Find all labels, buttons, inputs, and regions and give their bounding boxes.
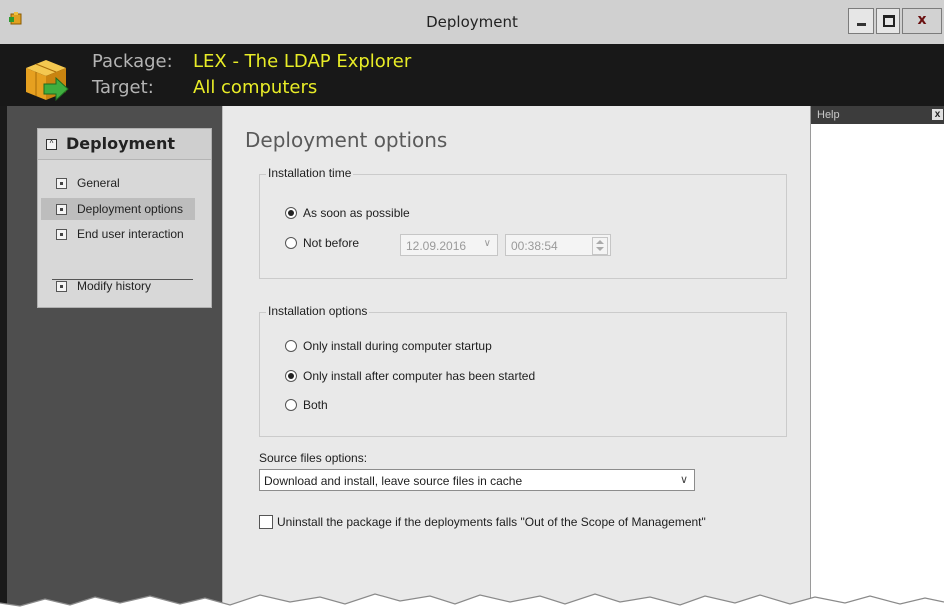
target-value: All computers xyxy=(193,77,318,98)
help-title: Help xyxy=(817,109,840,121)
package-value: LEX - The LDAP Explorer xyxy=(193,51,412,72)
package-label: Package: xyxy=(92,51,173,72)
sidebar: ^ Deployment General Deployment options … xyxy=(7,106,222,612)
uninstall-checkbox-label[interactable]: Uninstall the package if the deployments… xyxy=(277,515,706,529)
date-picker[interactable]: 12.09.2016 ∨ xyxy=(400,234,498,256)
nav-section-header[interactable]: ^ Deployment xyxy=(38,129,211,160)
package-header: Package: LEX - The LDAP Explorer Target:… xyxy=(0,44,944,106)
window-title: Deployment xyxy=(426,13,518,31)
chevron-down-icon[interactable]: ∨ xyxy=(484,238,491,249)
radio-label: Not before xyxy=(303,236,360,250)
sidebar-item-label: General xyxy=(77,176,120,190)
bullet-icon xyxy=(56,229,67,240)
page-title: Deployment options xyxy=(245,128,448,152)
minimize-button[interactable] xyxy=(848,8,874,34)
spinner-icon[interactable] xyxy=(592,237,608,255)
title-bar[interactable]: Deployment x xyxy=(0,0,944,45)
group-label: Installation options xyxy=(266,304,370,318)
radio-icon[interactable] xyxy=(285,399,297,411)
collapse-icon[interactable]: ^ xyxy=(46,139,57,150)
help-title-bar: Help x xyxy=(811,106,944,124)
main-content: Deployment options Installation time As … xyxy=(222,106,811,612)
radio-label: Only install during computer startup xyxy=(303,339,492,353)
radio-icon[interactable] xyxy=(285,370,297,382)
sidebar-item-modify-history[interactable]: Modify history xyxy=(41,275,195,297)
close-icon: x xyxy=(917,12,927,28)
uninstall-checkbox[interactable] xyxy=(259,515,273,529)
source-files-label: Source files options: xyxy=(259,451,368,465)
left-border xyxy=(0,106,7,612)
target-label: Target: xyxy=(92,77,154,98)
close-help-icon[interactable]: x xyxy=(932,109,943,120)
maximize-icon xyxy=(883,15,895,27)
help-panel: Help x xyxy=(810,106,944,612)
radio-icon[interactable] xyxy=(285,237,297,249)
sidebar-item-label: Deployment options xyxy=(77,202,184,216)
radio-icon[interactable] xyxy=(285,340,297,352)
group-label: Installation time xyxy=(266,166,354,180)
radio-label: Only install after computer has been sta… xyxy=(303,369,536,383)
bullet-icon xyxy=(56,204,67,215)
time-picker[interactable]: 00:38:54 xyxy=(505,234,611,256)
sidebar-item-label: End user interaction xyxy=(77,227,184,241)
sidebar-item-general[interactable]: General xyxy=(41,172,195,194)
nav-section-title: Deployment xyxy=(66,134,176,153)
sidebar-item-deployment-options[interactable]: Deployment options xyxy=(41,198,195,220)
deployment-window: Deployment x Package: LEX - The LDAP Exp… xyxy=(0,0,944,612)
radio-label: As soon as possible xyxy=(303,206,410,220)
radio-icon[interactable] xyxy=(285,207,297,219)
installation-options-group: Installation options Only install during… xyxy=(259,304,787,437)
time-value: 00:38:54 xyxy=(511,239,558,253)
sidebar-item-end-user-interaction[interactable]: End user interaction xyxy=(41,223,195,245)
navigation-panel: ^ Deployment General Deployment options … xyxy=(37,128,212,308)
date-value: 12.09.2016 xyxy=(406,239,467,253)
source-files-select[interactable]: Download and install, leave source files… xyxy=(259,469,695,491)
bullet-icon xyxy=(56,178,67,189)
radio-label: Both xyxy=(303,398,328,412)
minimize-icon xyxy=(857,23,866,26)
installation-time-group: Installation time As soon as possible No… xyxy=(259,166,787,279)
bullet-icon xyxy=(56,281,67,292)
source-files-value: Download and install, leave source files… xyxy=(264,474,523,488)
maximize-button[interactable] xyxy=(876,8,900,34)
sidebar-item-label: Modify history xyxy=(77,279,152,293)
package-box-arrow-icon xyxy=(26,60,69,102)
chevron-down-icon[interactable]: ∨ xyxy=(680,473,688,486)
close-button[interactable]: x xyxy=(902,8,942,34)
